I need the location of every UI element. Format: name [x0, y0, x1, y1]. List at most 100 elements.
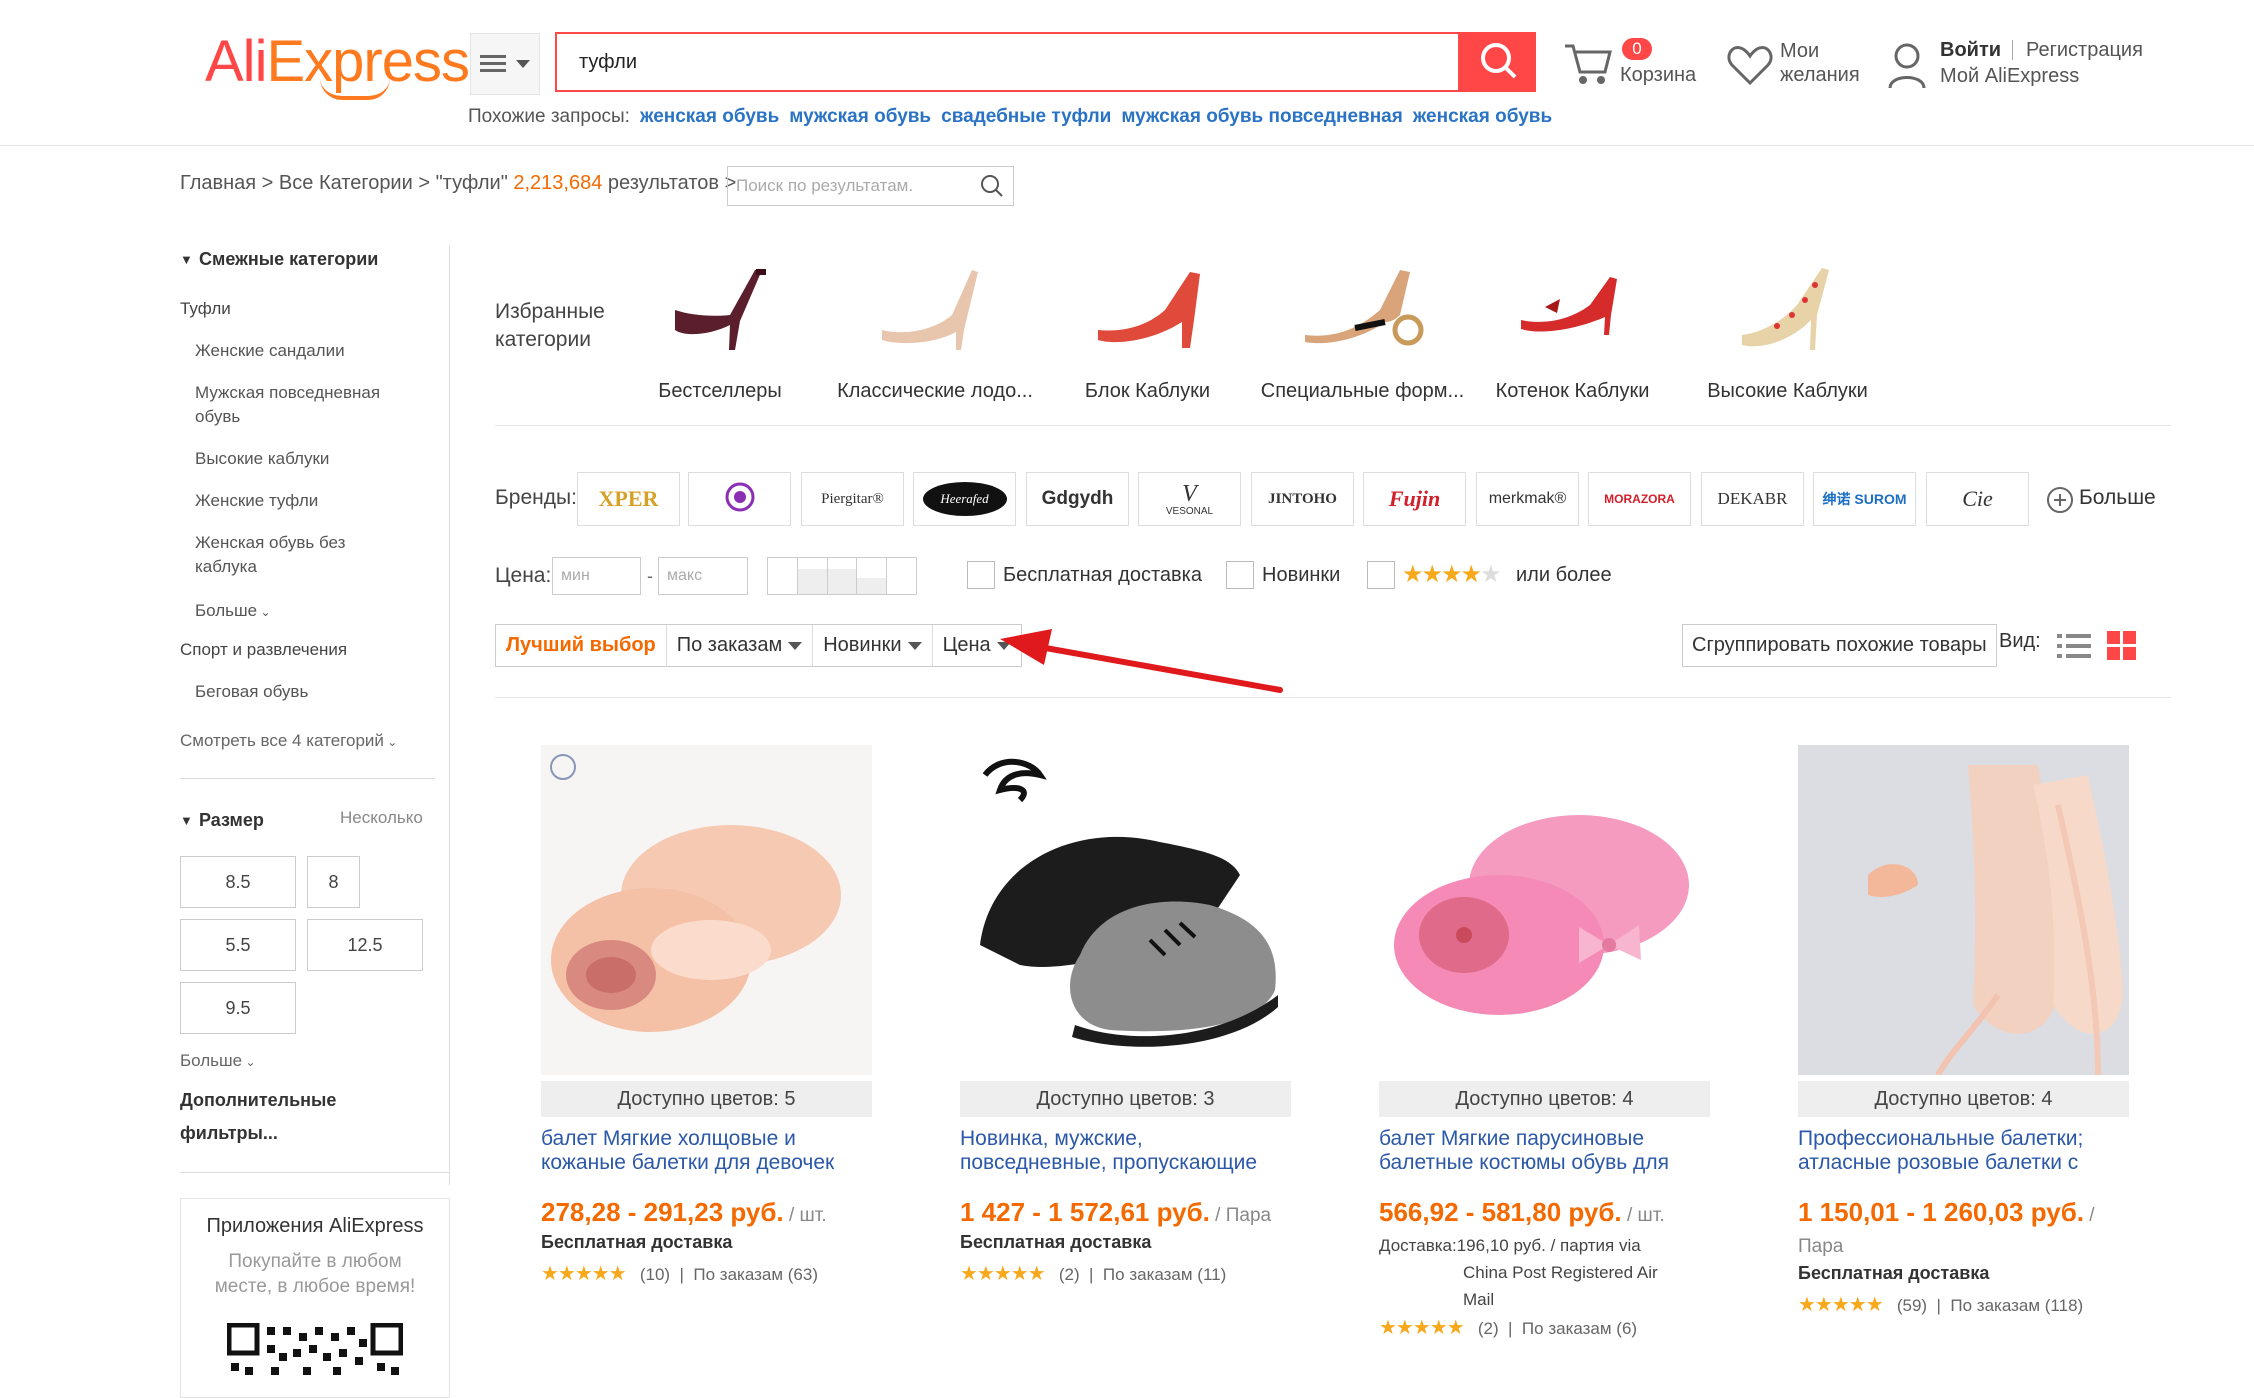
related-link[interactable]: мужская обувь: [789, 106, 931, 127]
search-within-input[interactable]: Поиск по результатам.: [727, 166, 1014, 206]
free-shipping-label[interactable]: Бесплатная доставка: [1003, 564, 1202, 587]
brand-heerafed[interactable]: Heerafed: [913, 472, 1016, 526]
related-link[interactable]: женская обувь: [1413, 106, 1552, 127]
sidebar-item[interactable]: Высокие каблуки: [195, 449, 329, 469]
user-icon[interactable]: [1887, 40, 1927, 95]
product-image[interactable]: [541, 745, 872, 1075]
brand-merkmak[interactable]: merkmak®: [1476, 472, 1579, 526]
featured-image-classic[interactable]: [872, 260, 992, 365]
brand-cie[interactable]: Cie: [1926, 472, 2029, 526]
sidebar-item[interactable]: обувь: [195, 407, 240, 427]
sidebar-item[interactable]: каблука: [195, 557, 257, 577]
brand-fujin[interactable]: Fujin: [1363, 472, 1466, 526]
see-all-categories-link[interactable]: Смотреть все 4 категорий ⌄: [180, 731, 397, 751]
review-count[interactable]: (59): [1897, 1296, 1927, 1315]
new-items-checkbox[interactable]: [1226, 561, 1254, 589]
product-title[interactable]: Профессиональные балетки; атласные розов…: [1798, 1127, 2129, 1177]
brand-dekabr[interactable]: DEKABR: [1701, 472, 1804, 526]
featured-image-block-heels[interactable]: [1090, 260, 1210, 365]
crumb-home[interactable]: Главная: [180, 172, 256, 194]
sidebar-item[interactable]: Женская обувь без: [195, 533, 345, 553]
sidebar-item[interactable]: Женские сандалии: [195, 341, 345, 361]
orders-count[interactable]: По заказам (118): [1950, 1296, 2083, 1315]
brands-more-link[interactable]: Больше: [2079, 486, 2156, 510]
cart-link[interactable]: [1563, 40, 1613, 91]
sidebar-item[interactable]: Мужская повседневная: [195, 383, 380, 403]
brand-xper[interactable]: XPER: [577, 472, 680, 526]
featured-cat-label[interactable]: Классические лодо...: [830, 380, 1040, 403]
size-option[interactable]: 9.5: [180, 982, 296, 1034]
grid-view-icon[interactable]: [2107, 631, 2137, 666]
crumb-all[interactable]: Все Категории: [279, 172, 413, 194]
featured-cat-label[interactable]: Специальные форм...: [1255, 380, 1470, 403]
search-input[interactable]: туфли: [555, 32, 1460, 92]
related-link[interactable]: женская обувь: [640, 106, 779, 127]
cart-label[interactable]: Корзина: [1620, 63, 1696, 87]
related-categories-title[interactable]: Смежные категории: [199, 249, 378, 270]
brand-surom[interactable]: 绅诺 SUROM: [1813, 472, 1916, 526]
related-link[interactable]: свадебные туфли: [941, 106, 1111, 127]
size-filter-title[interactable]: Размер: [199, 810, 264, 831]
sidebar-item[interactable]: Беговая обувь: [195, 682, 308, 702]
featured-image-bestsellers[interactable]: [660, 255, 780, 360]
sidebar-item[interactable]: Женские туфли: [195, 491, 318, 511]
orders-count[interactable]: По заказам (6): [1522, 1319, 1637, 1338]
featured-image-kitten-heels[interactable]: [1515, 265, 1635, 360]
product-title[interactable]: балет Мягкие холщовые и кожаные балетки …: [541, 1127, 872, 1177]
featured-image-high-heels[interactable]: [1737, 260, 1847, 365]
featured-cat-label[interactable]: Бестселлеры: [640, 380, 800, 403]
related-link[interactable]: мужская обувь повседневная: [1121, 106, 1402, 127]
wishlist-line1[interactable]: Мои: [1780, 39, 1819, 63]
product-title[interactable]: Новинка, мужские, повседневные, пропуска…: [960, 1127, 1291, 1177]
product-title[interactable]: балет Мягкие парусиновые балетные костюм…: [1379, 1127, 1710, 1177]
or-more-label[interactable]: или более: [1516, 564, 1612, 587]
brand-gdgydh[interactable]: Gdgydh: [1026, 472, 1129, 526]
category-menu-button[interactable]: [470, 33, 540, 95]
review-count[interactable]: (10): [640, 1265, 670, 1284]
free-shipping-checkbox[interactable]: [967, 561, 995, 589]
collapse-triangle-icon[interactable]: ▼: [180, 813, 193, 828]
search-icon[interactable]: [980, 174, 1004, 203]
extra-filters-link-line2[interactable]: фильтры...: [180, 1123, 278, 1144]
product-card[interactable]: Доступно цветов: 4 балет Мягкие парусино…: [1379, 745, 1710, 1340]
sort-by-new[interactable]: Новинки: [813, 625, 933, 666]
register-link[interactable]: Регистрация: [2026, 38, 2143, 62]
product-card[interactable]: Доступно цветов: 4 Профессиональные бале…: [1798, 745, 2129, 1317]
sort-best-match[interactable]: Лучший выбор: [496, 625, 667, 666]
wishlist-line2[interactable]: желания: [1780, 63, 1860, 87]
orders-count[interactable]: По заказам (63): [693, 1265, 818, 1284]
brand-piergitar[interactable]: Piergitar®: [801, 472, 904, 526]
featured-cat-label[interactable]: Котенок Каблуки: [1490, 380, 1655, 403]
price-min-input[interactable]: мин: [552, 557, 641, 595]
brand-morazora[interactable]: MORAZORA: [1588, 472, 1691, 526]
product-image[interactable]: [1798, 745, 2129, 1075]
size-more-link[interactable]: Больше ⌄: [180, 1051, 256, 1071]
featured-cat-label[interactable]: Высокие Каблуки: [1700, 380, 1875, 403]
size-option[interactable]: 12.5: [307, 919, 423, 971]
collapse-triangle-icon[interactable]: ▼: [180, 252, 193, 267]
qr-code[interactable]: [227, 1323, 403, 1377]
product-image[interactable]: [960, 745, 1291, 1075]
extra-filters-link-line1[interactable]: Дополнительные: [180, 1090, 336, 1111]
size-multi-select[interactable]: Несколько: [340, 808, 423, 828]
size-option[interactable]: 5.5: [180, 919, 296, 971]
featured-cat-label[interactable]: Блок Каблуки: [1065, 380, 1230, 403]
sidebar-more-link[interactable]: Больше ⌄: [195, 601, 271, 621]
size-option[interactable]: 8: [307, 856, 360, 908]
product-card[interactable]: Доступно цветов: 5 балет Мягкие холщовые…: [541, 745, 872, 1286]
brand-jintoho[interactable]: JINTOHO: [1251, 472, 1354, 526]
sort-by-orders[interactable]: По заказам: [667, 625, 814, 666]
group-similar-button[interactable]: Сгруппировать похожие товары: [1682, 624, 1997, 667]
list-view-icon[interactable]: [2057, 632, 2091, 665]
product-image[interactable]: [1379, 745, 1710, 1075]
size-option[interactable]: 8.5: [180, 856, 296, 908]
featured-image-special[interactable]: [1300, 260, 1430, 365]
plus-icon[interactable]: [2046, 486, 2074, 519]
price-range-histogram[interactable]: [767, 557, 917, 595]
new-items-label[interactable]: Новинки: [1262, 564, 1340, 587]
price-max-input[interactable]: макс: [658, 557, 748, 595]
review-count[interactable]: (2): [1059, 1265, 1080, 1284]
orders-count[interactable]: По заказам (11): [1103, 1265, 1226, 1284]
brand-logo-purple[interactable]: [688, 472, 791, 526]
my-account-link[interactable]: Мой AliExpress: [1940, 64, 2079, 88]
